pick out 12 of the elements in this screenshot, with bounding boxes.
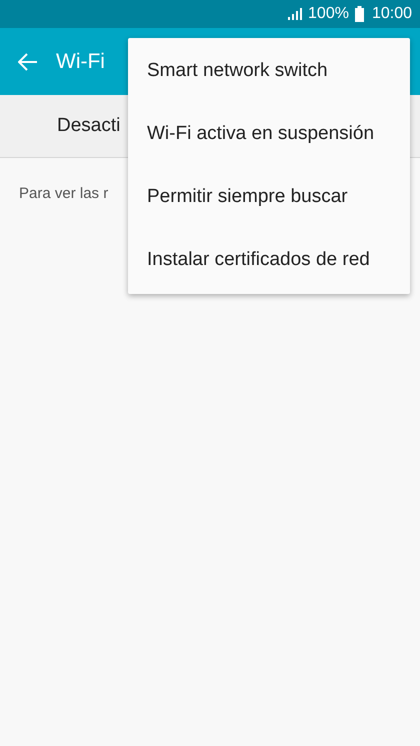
switch-label: Desacti xyxy=(57,114,120,138)
screen-title: Wi-Fi xyxy=(56,48,105,75)
menu-item[interactable]: Permitir siempre buscar xyxy=(128,166,410,229)
clock: 10:00 xyxy=(372,4,412,24)
battery-icon xyxy=(354,6,364,22)
battery-percent: 100% xyxy=(308,4,349,24)
menu-item[interactable]: Wi-Fi activa en suspensión xyxy=(128,103,410,166)
menu-item[interactable]: Instalar certificados de red xyxy=(128,229,410,292)
back-arrow-icon[interactable] xyxy=(18,52,38,70)
info-text: Para ver las r xyxy=(19,185,108,202)
menu-item[interactable]: Smart network switch xyxy=(128,40,410,103)
signal-icon xyxy=(288,8,302,20)
